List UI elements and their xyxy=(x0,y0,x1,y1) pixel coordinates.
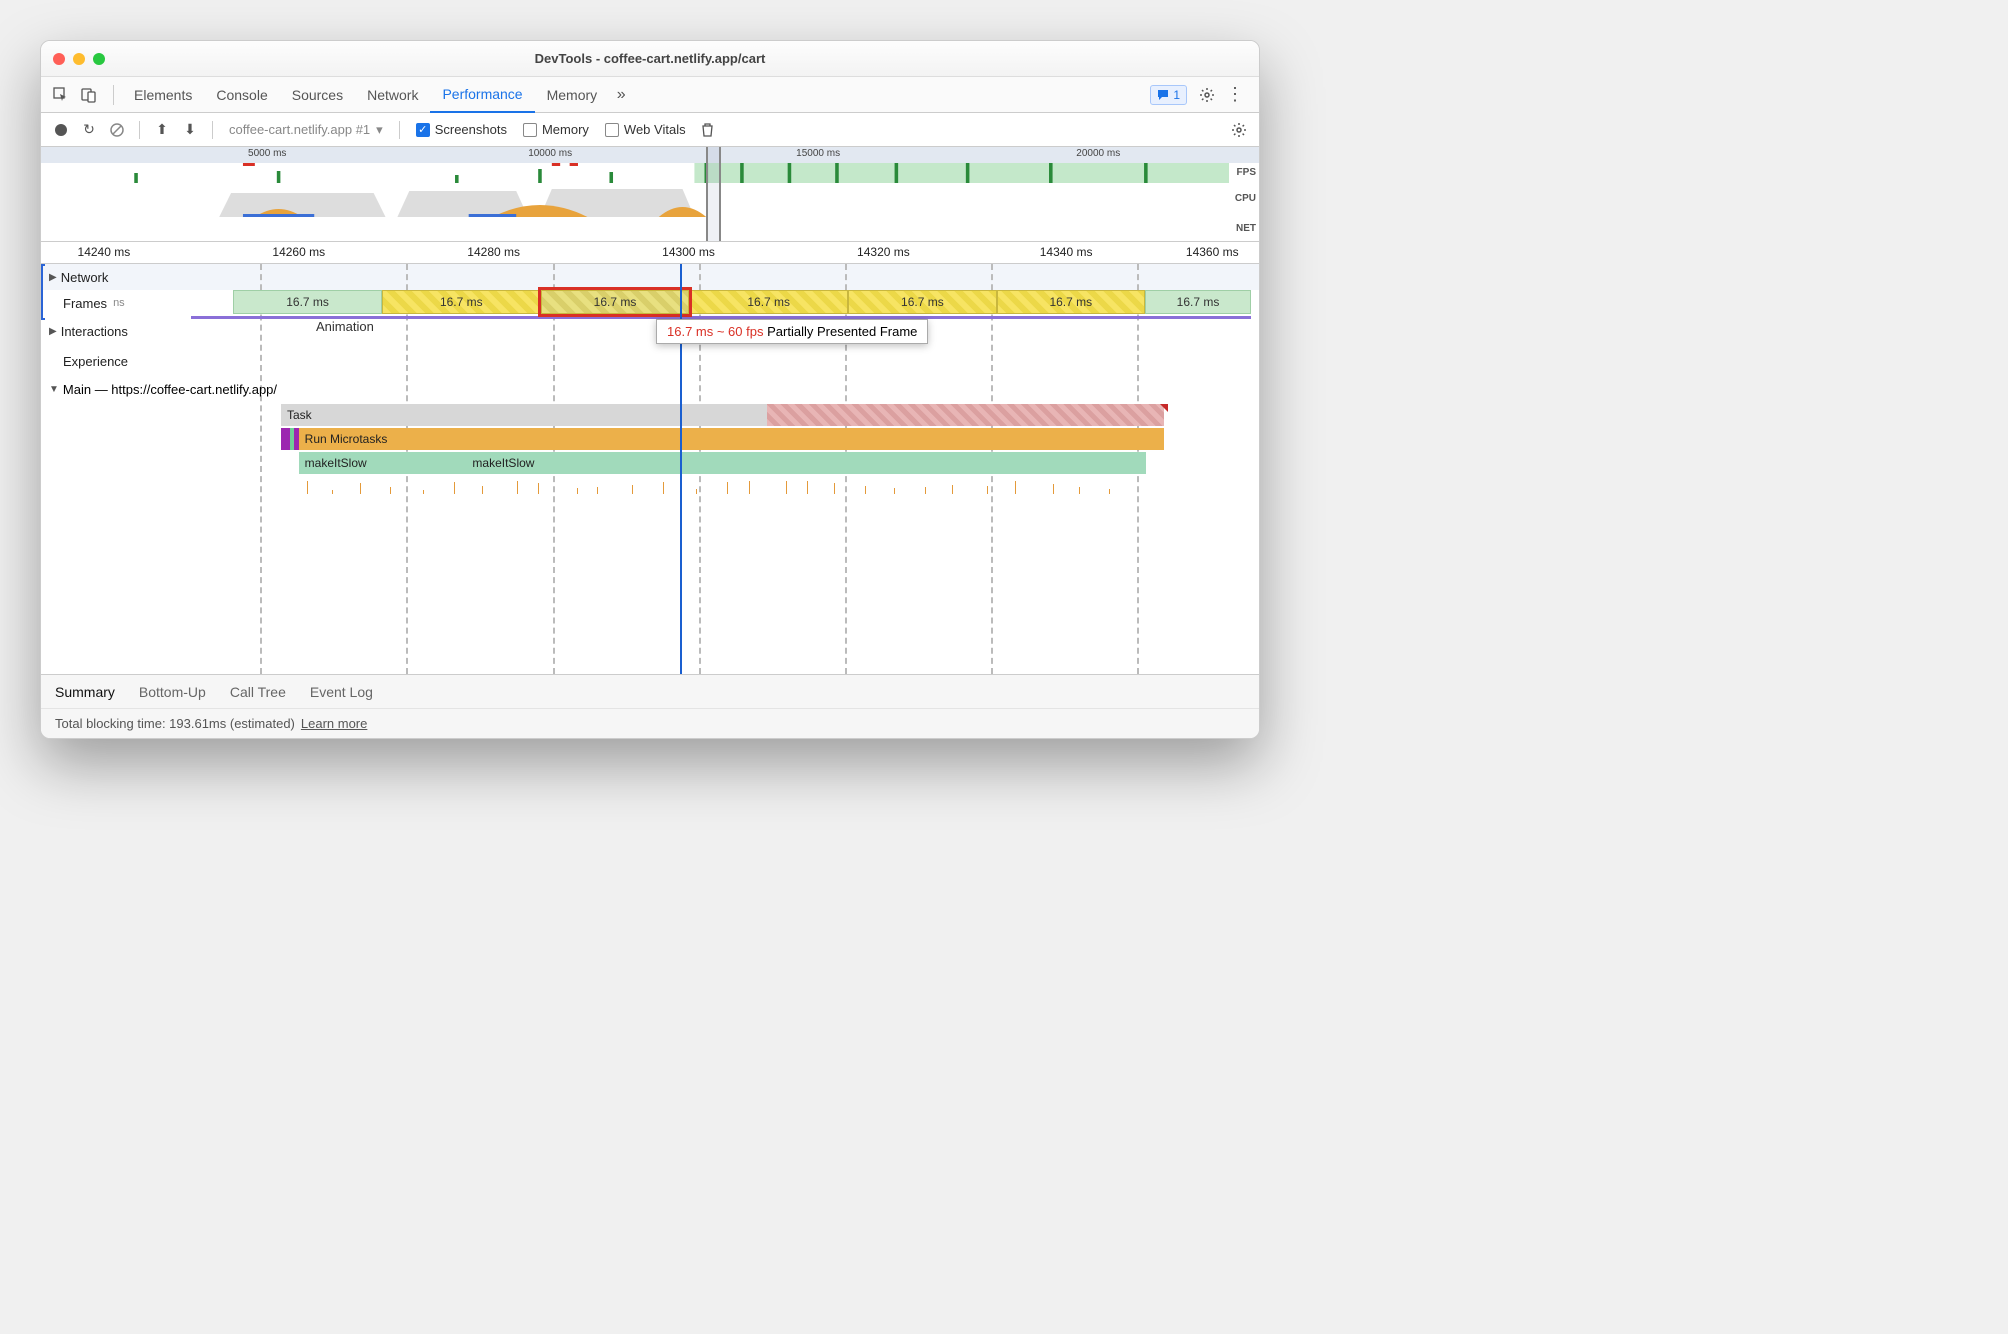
record-button[interactable] xyxy=(49,118,73,142)
task-long-bar[interactable] xyxy=(767,404,1164,426)
overview-selection[interactable] xyxy=(706,147,721,241)
webvitals-checkbox[interactable]: Web Vitals xyxy=(605,122,686,137)
chat-icon xyxy=(1157,89,1169,101)
task-bar[interactable]: Task xyxy=(281,404,767,426)
disclosure-icon[interactable]: ▼ xyxy=(49,384,59,395)
recording-selector[interactable]: coffee-cart.netlify.app #1▾ xyxy=(223,122,389,138)
reload-record-button[interactable]: ↻ xyxy=(77,118,101,142)
tab-bottom-up[interactable]: Bottom-Up xyxy=(139,684,206,700)
window-title: DevTools - coffee-cart.netlify.app/cart xyxy=(41,51,1259,66)
overview-ruler: 5000 ms 10000 ms 15000 ms 20000 ms xyxy=(41,147,1259,163)
tracks-pane[interactable]: ▶Network Framesns 16.7 ms16.7 ms16.7 ms1… xyxy=(41,264,1259,674)
tab-network[interactable]: Network xyxy=(355,77,430,113)
frame-cell[interactable]: 16.7 ms xyxy=(848,290,996,314)
capture-settings-icon[interactable] xyxy=(1227,118,1251,142)
track-group-bracket xyxy=(41,264,45,320)
frame-tooltip: 16.7 ms ~ 60 fps Partially Presented Fra… xyxy=(656,319,928,344)
kebab-icon[interactable]: ⋮ xyxy=(1223,83,1247,107)
frame-cell[interactable]: 16.7 ms xyxy=(689,290,848,314)
frame-cell[interactable]: 16.7 ms xyxy=(233,290,381,314)
inspect-icon[interactable] xyxy=(49,83,73,107)
long-task-marker-icon xyxy=(1160,404,1168,412)
frame-cell[interactable]: 16.7 ms xyxy=(382,290,541,314)
garbage-collect-icon[interactable] xyxy=(696,118,720,142)
overview-net-lane xyxy=(41,217,1229,231)
blocking-time-text: Total blocking time: 193.61ms (estimated… xyxy=(55,716,295,731)
tab-performance[interactable]: Performance xyxy=(430,77,534,113)
tick-markers xyxy=(299,476,1147,494)
tab-sources[interactable]: Sources xyxy=(280,77,355,113)
device-toggle-icon[interactable] xyxy=(77,83,101,107)
frames-lane[interactable]: 16.7 ms16.7 ms16.7 ms16.7 ms16.7 ms16.7 … xyxy=(191,290,1251,316)
panel-tabs: Elements Console Sources Network Perform… xyxy=(41,77,1259,113)
tab-elements[interactable]: Elements xyxy=(122,77,204,113)
tab-event-log[interactable]: Event Log xyxy=(310,684,373,700)
microtasks-bar[interactable]: Run Microtasks xyxy=(299,428,1164,450)
settings-icon[interactable] xyxy=(1195,83,1219,107)
experience-track[interactable]: Experience xyxy=(41,348,1259,374)
timeline-ruler[interactable]: 14240 ms 14260 ms 14280 ms 14300 ms 1432… xyxy=(41,242,1259,264)
details-tabs: Summary Bottom-Up Call Tree Event Log xyxy=(41,674,1259,708)
animation-label: Animation xyxy=(316,319,374,334)
disclosure-icon[interactable]: ▶ xyxy=(49,272,57,283)
disclosure-icon[interactable]: ▶ xyxy=(49,326,57,337)
overview-fps-lane xyxy=(41,163,1229,183)
more-tabs-icon[interactable]: » xyxy=(609,83,633,107)
devtools-window: DevTools - coffee-cart.netlify.app/cart … xyxy=(40,40,1260,739)
titlebar: DevTools - coffee-cart.netlify.app/cart xyxy=(41,41,1259,77)
save-profile-icon[interactable]: ⬇ xyxy=(178,118,202,142)
status-bar: Total blocking time: 193.61ms (estimated… xyxy=(41,708,1259,738)
tab-summary[interactable]: Summary xyxy=(55,684,115,700)
tab-call-tree[interactable]: Call Tree xyxy=(230,684,286,700)
overview-pane[interactable]: 5000 ms 10000 ms 15000 ms 20000 ms xyxy=(41,147,1259,242)
memory-checkbox[interactable]: Memory xyxy=(523,122,589,137)
learn-more-link[interactable]: Learn more xyxy=(301,716,367,731)
frame-cell[interactable]: 16.7 ms xyxy=(541,290,689,314)
issues-badge[interactable]: 1 xyxy=(1150,85,1187,105)
frame-cell[interactable]: 16.7 ms xyxy=(1145,290,1251,314)
overview-cpu-lane xyxy=(41,183,1229,217)
load-profile-icon[interactable]: ⬆ xyxy=(150,118,174,142)
micro-bar-purple[interactable] xyxy=(281,428,290,450)
tab-console[interactable]: Console xyxy=(204,77,279,113)
network-track[interactable]: ▶Network xyxy=(41,264,1259,290)
perf-toolbar: ↻ ⬆ ⬇ coffee-cart.netlify.app #1▾ ✓Scree… xyxy=(41,113,1259,147)
clear-button[interactable] xyxy=(105,118,129,142)
frame-cell[interactable]: 16.7 ms xyxy=(997,290,1145,314)
interactions-track[interactable]: ▶Interactions xyxy=(41,318,1259,344)
tab-memory[interactable]: Memory xyxy=(535,77,610,113)
function-bar[interactable]: makeItSlow xyxy=(466,452,1146,474)
screenshots-checkbox[interactable]: ✓Screenshots xyxy=(416,122,507,137)
function-bar[interactable]: makeItSlow xyxy=(299,452,467,474)
main-track-header[interactable]: ▼Main — https://coffee-cart.netlify.app/ xyxy=(41,376,277,402)
